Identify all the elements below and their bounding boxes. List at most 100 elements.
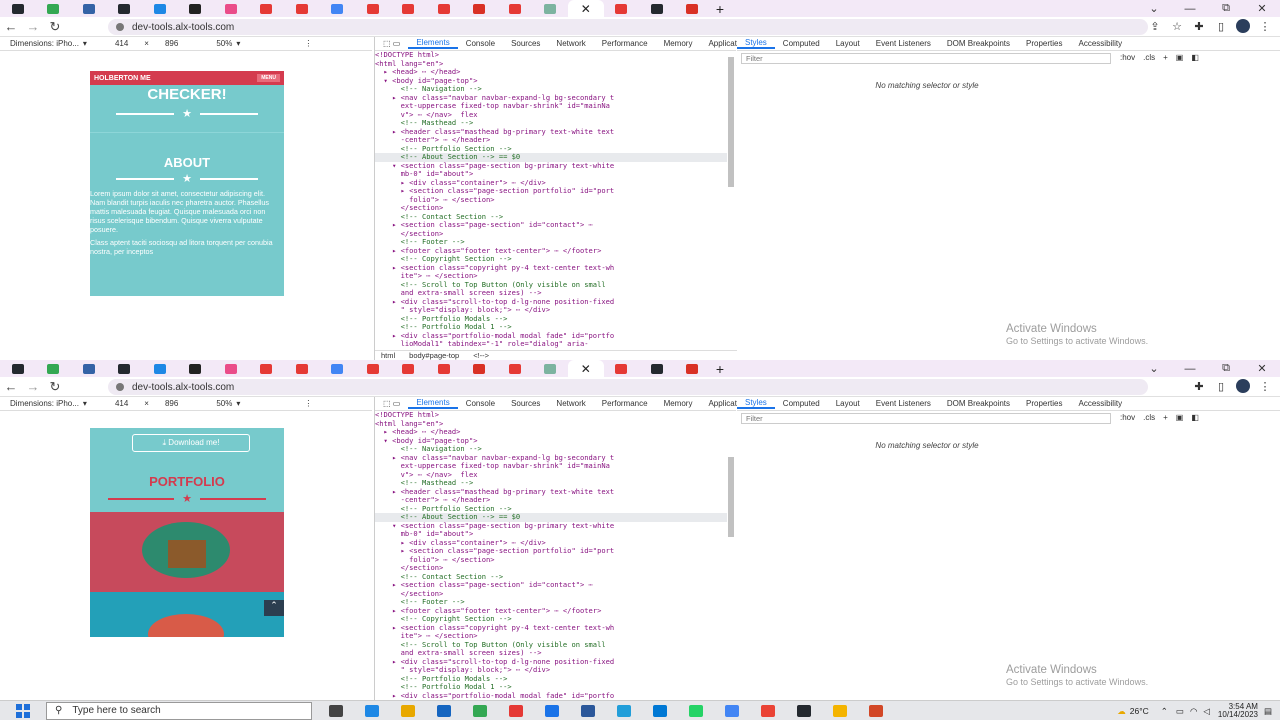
taskbar-app[interactable] [822,701,858,721]
sidebar-toggle-icon[interactable]: ◧ [1191,413,1199,422]
reload-icon[interactable]: ↻ [44,379,66,395]
browser-tab[interactable] [426,0,462,17]
browser-tab[interactable] [355,0,391,17]
profile-avatar[interactable] [1236,379,1250,393]
taskbar-app[interactable] [750,701,786,721]
browser-tab[interactable] [533,0,569,17]
restore-button[interactable]: ⧉ [1208,362,1244,375]
browser-tab[interactable] [426,360,462,377]
back-arrow-icon[interactable]: ← [0,19,22,34]
network-icon[interactable]: ▭ [1176,706,1184,717]
more-options-icon[interactable]: ⋮ [304,39,312,48]
filter-input[interactable]: Filter [741,53,1111,64]
paint-icon[interactable]: ▣ [1176,413,1184,422]
styles-tab[interactable]: Event Listeners [868,399,939,408]
browser-tab[interactable] [320,0,356,17]
active-tab[interactable]: ✕ [568,360,604,377]
browser-tab[interactable] [355,360,391,377]
browser-tab[interactable] [533,360,569,377]
browser-tab[interactable] [213,0,249,17]
share-icon[interactable]: ⇪ [1144,20,1166,33]
inspect-element-icon[interactable]: ⬚ ▭ [375,39,408,48]
zoom-select[interactable]: 50% [216,399,232,408]
taskbar-app[interactable] [642,701,678,721]
bookmark-star-icon[interactable]: ☆ [1166,20,1188,33]
forward-arrow-icon[interactable]: → [22,19,44,34]
profile-avatar[interactable] [1236,19,1250,33]
chevron-up-icon[interactable]: ⌃ [1161,706,1168,717]
zoom-select[interactable]: 50% [216,39,232,48]
browser-tab[interactable] [462,360,498,377]
taskbar-app[interactable] [714,701,750,721]
breadcrumb-item[interactable]: html [381,351,395,360]
start-button[interactable] [0,701,46,721]
scroll-to-top-button[interactable]: ⌃ [264,600,284,616]
browser-tab[interactable] [604,0,640,17]
close-icon[interactable]: ✕ [581,2,591,16]
weather-icon[interactable]: ☁ [1117,706,1126,717]
browser-tab[interactable] [391,0,427,17]
address-bar[interactable]: dev-tools.alx-tools.com [108,19,1148,35]
devtools-tab[interactable]: Performance [594,39,656,48]
menu-kebab-icon[interactable]: ⋮ [1254,20,1276,33]
portfolio-item-2[interactable]: ⌃ [90,592,284,637]
volume-icon[interactable]: ◁ [1203,706,1210,717]
styles-tab[interactable]: Computed [775,39,828,48]
minimize-button[interactable]: — [1172,3,1208,15]
elements-tree[interactable]: <!DOCTYPE html> <html lang="en"> ▸ <head>… [375,50,727,349]
scrollbar[interactable] [728,457,734,537]
browser-tab[interactable] [178,0,214,17]
taskbar-app[interactable] [858,701,894,721]
scrollbar[interactable] [728,57,734,187]
taskbar-app[interactable] [426,701,462,721]
breadcrumb-item[interactable]: <!--> [473,351,489,360]
devtools-tab[interactable]: Sources [503,39,548,48]
browser-tab[interactable] [213,360,249,377]
forward-arrow-icon[interactable]: → [22,379,44,394]
site-info-icon[interactable] [116,383,124,391]
browser-tab[interactable] [178,360,214,377]
styles-tab[interactable]: Layout [828,39,868,48]
cls-toggle[interactable]: .cls [1143,413,1155,422]
browser-tab[interactable] [284,360,320,377]
taskbar-app[interactable] [354,701,390,721]
browser-tab[interactable] [462,0,498,17]
paint-icon[interactable]: ▣ [1176,53,1184,62]
chevron-down-icon[interactable]: ⌄ [1136,362,1172,375]
close-icon[interactable]: ✕ [581,362,591,376]
device-width-input[interactable]: 414 [115,399,128,408]
browser-tab[interactable] [604,360,640,377]
device-width-input[interactable]: 414 [115,39,128,48]
weather-temp[interactable]: 26°C [1130,706,1149,716]
add-rule-icon[interactable]: + [1163,413,1168,422]
device-select[interactable]: Dimensions: iPho... [10,39,79,48]
browser-tab[interactable] [71,0,107,17]
devtools-tab[interactable]: Console [458,39,503,48]
browser-tab[interactable] [142,360,178,377]
browser-tab[interactable] [284,0,320,17]
hov-toggle[interactable]: :hov [1120,53,1135,62]
clock[interactable]: 3:54 AM 10/14/2023 [1218,703,1258,719]
close-window-button[interactable]: ✕ [1244,362,1280,375]
styles-tab[interactable]: Event Listeners [868,39,939,48]
portfolio-item-cabin[interactable] [90,512,284,592]
taskbar-app[interactable] [786,701,822,721]
taskbar-app[interactable] [606,701,642,721]
browser-tab[interactable] [639,360,675,377]
devtools-tab[interactable]: Elements [408,398,458,409]
reload-icon[interactable]: ↻ [44,19,66,35]
browser-tab[interactable] [36,360,72,377]
browser-tab[interactable] [497,360,533,377]
taskbar-search[interactable]: ⚲ Type here to search [46,701,312,720]
chevron-down-icon[interactable]: ⌄ [1136,2,1172,15]
page-preview[interactable]: HOLBERTON ME MENU CHECKER! ★ ABOUT ★ Lor… [90,71,284,296]
sidebar-toggle-icon[interactable]: ◧ [1191,53,1199,62]
taskbar-app[interactable] [462,701,498,721]
device-height-input[interactable]: 896 [165,399,178,408]
devtools-tab[interactable]: Sources [503,399,548,408]
browser-tab[interactable] [675,0,711,17]
new-tab-button[interactable]: + [710,361,730,377]
devtools-tab[interactable]: Memory [656,39,701,48]
styles-tab[interactable]: DOM Breakpoints [939,39,1018,48]
taskbar-app[interactable] [318,701,354,721]
